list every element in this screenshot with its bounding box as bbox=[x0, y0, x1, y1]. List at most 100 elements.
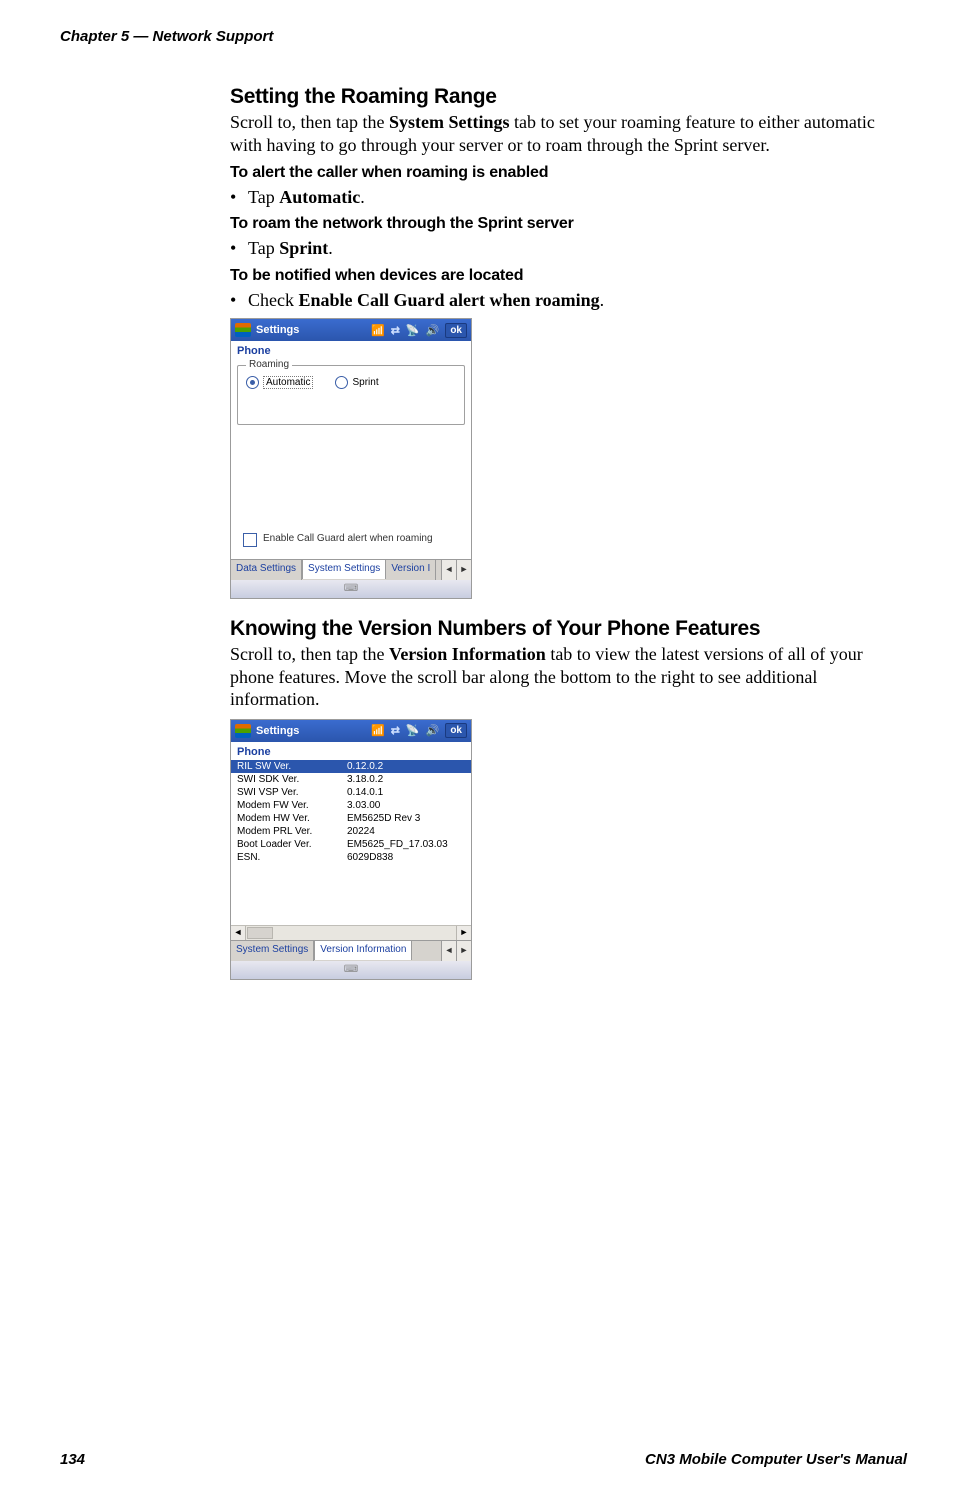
horizontal-scrollbar[interactable]: ◄ ► bbox=[231, 925, 471, 940]
arrow-right-icon[interactable]: ► bbox=[456, 560, 471, 580]
arrow-right-icon[interactable]: ► bbox=[456, 941, 471, 961]
body-area: Roaming Automatic Sprint Enab bbox=[231, 359, 471, 559]
subheading-alert-caller: To alert the caller when roaming is enab… bbox=[230, 164, 897, 182]
list-val: 0.12.0.2 bbox=[347, 761, 383, 772]
scroll-right-icon[interactable]: ► bbox=[456, 926, 471, 940]
bullet-sprint: Tap Sprint. bbox=[230, 237, 897, 260]
status-icons: 📶 ⇄ 📡 🔊 ok bbox=[371, 723, 467, 738]
text: Tap bbox=[248, 187, 279, 207]
list-val: 3.03.00 bbox=[347, 800, 380, 811]
scroll-thumb[interactable] bbox=[247, 927, 273, 939]
radio-circle-icon bbox=[335, 376, 348, 389]
section-title-version: Knowing the Version Numbers of Your Phon… bbox=[230, 617, 897, 641]
arrow-left-icon[interactable]: ◄ bbox=[441, 560, 456, 580]
radio-label-sprint: Sprint bbox=[352, 377, 378, 388]
list-val: 20224 bbox=[347, 826, 375, 837]
text: . bbox=[600, 290, 605, 310]
list-val: 6029D838 bbox=[347, 852, 393, 863]
checkbox-row[interactable]: Enable Call Guard alert when roaming bbox=[243, 533, 459, 547]
list-key: ESN. bbox=[237, 852, 347, 863]
list-item[interactable]: ESN. 6029D838 bbox=[231, 851, 471, 864]
content: Setting the Roaming Range Scroll to, the… bbox=[230, 85, 897, 980]
roaming-fieldset: Roaming Automatic Sprint bbox=[237, 365, 465, 425]
bold-sprint: Sprint bbox=[279, 238, 328, 258]
screenshot-roaming: Settings 📶 ⇄ 📡 🔊 ok Phone Roaming Aut bbox=[230, 318, 472, 599]
list-val: 0.14.0.1 bbox=[347, 787, 383, 798]
start-flag-icon[interactable] bbox=[235, 724, 251, 738]
subheading-roam-sprint: To roam the network through the Sprint s… bbox=[230, 215, 897, 233]
titlebar-text: Settings bbox=[256, 324, 299, 336]
list-val: EM5625D Rev 3 bbox=[347, 813, 420, 824]
manual-title: CN3 Mobile Computer User's Manual bbox=[645, 1451, 907, 1468]
tab-arrows: ◄ ► bbox=[441, 560, 471, 580]
checkbox-label: Enable Call Guard alert when roaming bbox=[263, 533, 433, 544]
sip-bar[interactable]: ⌨ bbox=[231, 961, 471, 979]
radio-row: Automatic Sprint bbox=[246, 376, 456, 389]
list-item[interactable]: SWI VSP Ver. 0.14.0.1 bbox=[231, 786, 471, 799]
list-key: Modem HW Ver. bbox=[237, 813, 347, 824]
list-item[interactable]: Modem FW Ver. 3.03.00 bbox=[231, 799, 471, 812]
radio-automatic[interactable]: Automatic bbox=[246, 376, 313, 389]
ok-button[interactable]: ok bbox=[445, 723, 467, 738]
arrow-left-icon[interactable]: ◄ bbox=[441, 941, 456, 961]
tabs: Data Settings System Settings Version I … bbox=[231, 559, 471, 580]
start-flag-icon[interactable] bbox=[235, 323, 251, 337]
list-key: Modem FW Ver. bbox=[237, 800, 347, 811]
page-number: 134 bbox=[60, 1451, 85, 1468]
list-key: SWI VSP Ver. bbox=[237, 787, 347, 798]
text: Scroll to, then tap the bbox=[230, 112, 389, 132]
text: Scroll to, then tap the bbox=[230, 644, 389, 664]
screenshot-version: Settings 📶 ⇄ 📡 🔊 ok Phone RIL SW Ver. 0.… bbox=[230, 719, 472, 980]
tab-arrows: ◄ ► bbox=[441, 941, 471, 961]
volume-icon: 🔊 bbox=[426, 724, 440, 737]
subheading-notified: To be notified when devices are located bbox=[230, 267, 897, 285]
scroll-left-icon[interactable]: ◄ bbox=[231, 926, 246, 940]
list-item[interactable]: SWI SDK Ver. 3.18.0.2 bbox=[231, 773, 471, 786]
connect-icon: ⇄ bbox=[391, 324, 400, 337]
bold-system-settings: System Settings bbox=[389, 112, 510, 132]
tabs: System Settings Version Information ◄ ► bbox=[231, 940, 471, 961]
tab-version-info[interactable]: Version I bbox=[386, 560, 436, 580]
text: Tap bbox=[248, 238, 279, 258]
list-key: Modem PRL Ver. bbox=[237, 826, 347, 837]
antenna-icon: 📡 bbox=[406, 724, 420, 737]
list-val: 3.18.0.2 bbox=[347, 774, 383, 785]
phone-subheader: Phone bbox=[231, 341, 471, 359]
status-icons: 📶 ⇄ 📡 🔊 ok bbox=[371, 323, 467, 338]
radio-circle-icon bbox=[246, 376, 259, 389]
titlebar-text: Settings bbox=[256, 725, 299, 737]
list-item[interactable]: Modem PRL Ver. 20224 bbox=[231, 825, 471, 838]
text: . bbox=[360, 187, 365, 207]
section1-intro: Scroll to, then tap the System Settings … bbox=[230, 111, 897, 156]
text: . bbox=[328, 238, 333, 258]
titlebar: Settings 📶 ⇄ 📡 🔊 ok bbox=[231, 319, 471, 341]
bold-automatic: Automatic bbox=[279, 187, 360, 207]
titlebar: Settings 📶 ⇄ 📡 🔊 ok bbox=[231, 720, 471, 742]
checkbox-icon[interactable] bbox=[243, 533, 257, 547]
list-item[interactable]: Boot Loader Ver. EM5625_FD_17.03.03 bbox=[231, 838, 471, 851]
signal-icon: 📶 bbox=[371, 324, 385, 337]
list-key: SWI SDK Ver. bbox=[237, 774, 347, 785]
chapter-header: Chapter 5 — Network Support bbox=[60, 28, 907, 45]
list-key: Boot Loader Ver. bbox=[237, 839, 347, 850]
tab-data-settings[interactable]: Data Settings bbox=[231, 560, 302, 580]
list-val: EM5625_FD_17.03.03 bbox=[347, 839, 448, 850]
list-item[interactable]: RIL SW Ver. 0.12.0.2 bbox=[231, 760, 471, 773]
footer: 134 CN3 Mobile Computer User's Manual bbox=[60, 1451, 907, 1468]
bullet-enable-guard: Check Enable Call Guard alert when roami… bbox=[230, 289, 897, 312]
tab-system-settings[interactable]: System Settings bbox=[302, 559, 386, 579]
page: Chapter 5 — Network Support Setting the … bbox=[0, 0, 967, 1503]
tab-version-information[interactable]: Version Information bbox=[314, 940, 412, 960]
sip-bar[interactable]: ⌨ bbox=[231, 580, 471, 598]
connect-icon: ⇄ bbox=[391, 724, 400, 737]
version-list: RIL SW Ver. 0.12.0.2 SWI SDK Ver. 3.18.0… bbox=[231, 760, 471, 925]
list-item[interactable]: Modem HW Ver. EM5625D Rev 3 bbox=[231, 812, 471, 825]
fieldset-legend: Roaming bbox=[246, 359, 292, 370]
list-key: RIL SW Ver. bbox=[237, 761, 347, 772]
volume-icon: 🔊 bbox=[426, 324, 440, 337]
bold-enable-guard: Enable Call Guard alert when roaming bbox=[298, 290, 599, 310]
radio-sprint[interactable]: Sprint bbox=[335, 376, 378, 389]
ok-button[interactable]: ok bbox=[445, 323, 467, 338]
section-title-roaming: Setting the Roaming Range bbox=[230, 85, 897, 109]
tab-system-settings[interactable]: System Settings bbox=[231, 941, 314, 961]
